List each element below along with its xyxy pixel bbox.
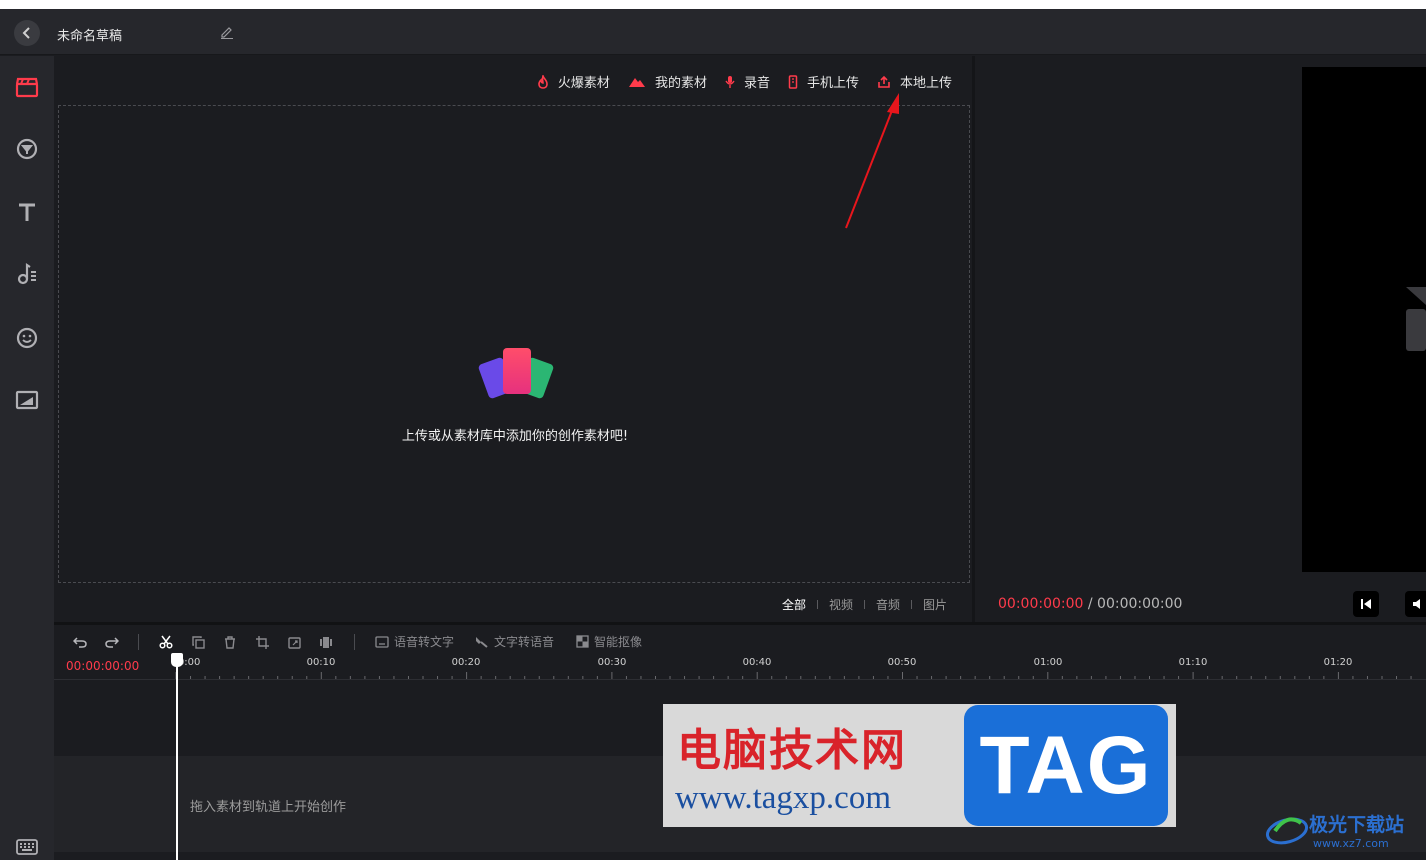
crop-icon[interactable] — [251, 631, 273, 653]
ruler-label: 01:20 — [1323, 657, 1353, 668]
tab-local-upload[interactable]: 本地上传 — [877, 72, 952, 91]
edit-name-icon[interactable] — [219, 24, 235, 44]
text-icon[interactable] — [14, 199, 40, 225]
playhead-handle[interactable] — [171, 653, 183, 667]
preview-panel: 00:00:00:00 / 00:00:00:00 — [975, 56, 1426, 622]
playhead[interactable] — [176, 653, 178, 860]
tab-label: 火爆素材 — [557, 76, 610, 91]
media-filter-bar: 全部 视频 音频 图片 — [771, 596, 958, 613]
skip-back-icon — [1361, 599, 1371, 609]
media-drop-zone[interactable]: 上传或从素材库中添加你的创作素材吧! — [58, 105, 970, 583]
scissors-icon[interactable] — [155, 631, 177, 653]
media-panel: 火爆素材 我的素材 录音 手机上传 本地上传 上传或从素材库中添加你的创作素材吧… — [54, 56, 972, 622]
filter-video[interactable]: 视频 — [818, 596, 864, 613]
smart-matting-label: 智能抠像 — [594, 635, 643, 649]
redo-icon[interactable] — [101, 631, 123, 653]
chevron-left-icon — [22, 27, 30, 39]
top-strip — [0, 0, 1426, 9]
ruler-label: 00:20 — [451, 657, 481, 668]
subtitle-icon — [375, 635, 389, 648]
preview-total-time: 00:00:00:00 — [1097, 596, 1183, 612]
preview-time-readout: 00:00:00:00 / 00:00:00:00 — [998, 596, 1182, 612]
preview-current-time: 00:00:00:00 — [998, 596, 1084, 612]
keyboard-icon[interactable] — [14, 834, 40, 860]
watermark-banner: 电脑技术网 www.tagxp.com TAG — [663, 704, 1176, 827]
skip-to-start-button[interactable] — [1353, 591, 1379, 617]
filter-audio[interactable]: 音频 — [865, 596, 911, 613]
volume-button[interactable] — [1405, 591, 1426, 617]
filter-image[interactable]: 图片 — [912, 596, 958, 613]
preview-canvas[interactable] — [1302, 67, 1426, 572]
tab-label: 录音 — [743, 76, 770, 91]
clapperboard-icon[interactable] — [14, 74, 40, 100]
sidebar — [0, 56, 54, 860]
media-tabs: 火爆素材 我的素材 录音 手机上传 本地上传 — [519, 72, 952, 91]
media-cards-illustration — [478, 348, 554, 399]
corner-logo-name: 极光下载站 — [1309, 814, 1405, 836]
ruler-label: 00:50 — [887, 657, 917, 668]
undo-icon[interactable] — [69, 631, 91, 653]
text-to-speech-button[interactable]: 文字转语音 — [475, 633, 554, 650]
copy-icon[interactable] — [187, 631, 209, 653]
timeline-current-time: 00:00:00:00 — [66, 659, 140, 673]
toolbar-divider — [138, 634, 139, 650]
mountain-icon — [628, 77, 645, 87]
toolbar-divider — [354, 634, 355, 650]
replace-icon[interactable] — [283, 631, 305, 653]
draft-title: 未命名草稿 — [57, 29, 123, 44]
speaker-icon — [1413, 599, 1420, 609]
upload-icon — [878, 75, 890, 88]
ruler-label: 00:40 — [742, 657, 772, 668]
tab-label: 手机上传 — [806, 76, 859, 91]
corner-logo: 极光下载站 www.xz7.com — [1265, 807, 1423, 853]
fire-icon — [538, 74, 548, 89]
watermark-url: www.tagxp.com — [675, 780, 891, 816]
speech-to-text-button[interactable]: 语音转文字 — [375, 633, 454, 650]
aurora-logo-icon — [1265, 817, 1309, 845]
titlebar: 未命名草稿 — [0, 9, 1426, 55]
time-separator: / — [1083, 596, 1098, 612]
tab-label: 我的素材 — [654, 76, 707, 91]
timeline-ruler[interactable]: 00:00 00:10 00:20 00:30 00:40 00:50 01:0… — [172, 653, 1426, 680]
watermark-chinese-text: 电脑技术网 — [677, 725, 907, 776]
image-icon[interactable] — [14, 387, 40, 413]
text-to-speech-label: 文字转语音 — [494, 635, 555, 649]
music-icon[interactable] — [14, 261, 40, 287]
tab-hot-materials[interactable]: 火爆素材 — [537, 72, 610, 91]
corner-logo-url: www.xz7.com — [1313, 837, 1389, 850]
tab-my-materials[interactable]: 我的素材 — [628, 72, 707, 91]
clapperboard-icon — [1406, 287, 1426, 351]
microphone-icon — [725, 75, 735, 88]
empty-track-hint: 拖入素材到轨道上开始创作 — [190, 800, 347, 815]
tab-phone-upload[interactable]: 手机上传 — [788, 72, 859, 91]
tab-recording[interactable]: 录音 — [725, 72, 770, 91]
ruler-label: 00:30 — [597, 657, 627, 668]
freeze-frame-icon[interactable] — [315, 631, 337, 653]
sticker-icon[interactable] — [14, 325, 40, 351]
delete-icon[interactable] — [219, 631, 241, 653]
matting-icon — [576, 635, 589, 648]
filter-all[interactable]: 全部 — [771, 596, 817, 613]
ruler-label: 00:10 — [306, 657, 336, 668]
empty-media-hint: 上传或从素材库中添加你的创作素材吧! — [401, 429, 629, 444]
watermark-tag-logo: TAG — [964, 705, 1168, 826]
watermark-tag-text: TAG — [979, 719, 1153, 811]
editor-window: 未命名草稿 火爆素材 我的素材 录音 手机上传 本地上传 上传或从素材库中添加你… — [0, 0, 1426, 860]
smart-matting-button[interactable]: 智能抠像 — [576, 633, 642, 650]
tab-label: 本地上传 — [899, 76, 952, 91]
filter-icon[interactable] — [14, 136, 40, 162]
ruler-label: 01:00 — [1033, 657, 1063, 668]
ruler-label: 01:10 — [1178, 657, 1208, 668]
back-button[interactable] — [14, 20, 40, 46]
brush-icon — [476, 637, 488, 648]
phone-icon — [788, 74, 798, 89]
speech-to-text-label: 语音转文字 — [394, 635, 455, 649]
